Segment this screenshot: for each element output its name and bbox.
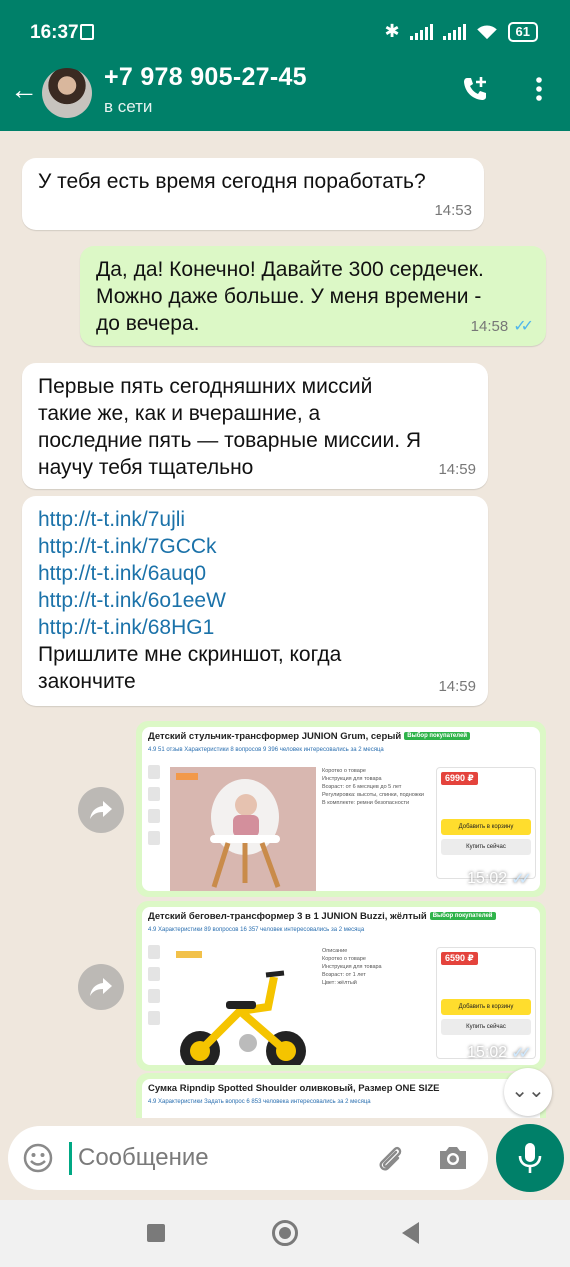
product-meta: 4.9 Характеристики 89 вопросов 16 357 че… — [148, 927, 365, 933]
message-line: Пришлите мне скриншот, когда — [38, 643, 342, 666]
avatar[interactable] — [42, 68, 92, 118]
product-meta: 4.9 Характеристики Задать вопрос 6 853 ч… — [148, 1099, 371, 1105]
paperclip-icon[interactable] — [374, 1142, 406, 1174]
message-time: 14:59 — [438, 461, 476, 478]
message-incoming[interactable]: У тебя есть время сегодня поработать? 14… — [22, 158, 484, 230]
product-title: Сумка Ripndip Spotted Shoulder оливковый… — [148, 1083, 440, 1094]
buy-box: 6990 ₽ Добавить в корзину Купить сейчас — [436, 767, 536, 879]
emoji-icon[interactable] — [22, 1142, 54, 1174]
message-incoming[interactable]: Первые пять сегодняшних миссий такие же,… — [22, 363, 488, 489]
message-time: 15:02 — [467, 870, 508, 887]
message-time: 14:58 — [470, 318, 509, 335]
system-nav-bar — [0, 1200, 570, 1267]
read-ticks-icon: ✓✓ — [511, 871, 532, 888]
back-arrow-icon[interactable]: ← — [10, 76, 38, 104]
balance-bike-image — [170, 947, 316, 1065]
message-line: Первые пять сегодняшних миссий — [38, 375, 373, 398]
message-meta: 15:02 ✓✓ — [467, 1043, 532, 1063]
double-chevron-down-icon: ⌄⌄ — [511, 1080, 545, 1102]
product-title: Детский беговел-трансформер 3 в 1 JUNION… — [148, 911, 496, 922]
image-message[interactable]: Детский стульчик-трансформер JUNION Grum… — [136, 721, 546, 897]
message-text: У тебя есть время сегодня поработать? — [38, 170, 426, 193]
bluetooth-icon: ✱ — [384, 21, 400, 41]
message-outgoing[interactable]: Да, да! Конечно! Давайте 300 сердечек. М… — [80, 246, 546, 346]
product-price: 6990 ₽ — [441, 772, 478, 785]
message-line: последние пять — товарные миссии. Я — [38, 429, 422, 452]
notification-icon — [80, 24, 94, 40]
recents-icon[interactable] — [147, 1224, 165, 1242]
message-input[interactable]: Сообщение — [8, 1126, 488, 1190]
message-line: научу тебя тщательно — [38, 456, 254, 479]
chat-area[interactable]: У тебя есть время сегодня поработать? 14… — [0, 131, 570, 1118]
add-call-icon[interactable] — [460, 74, 490, 104]
message-incoming-links[interactable]: http://t-t.ink/7ujli http://t-t.ink/7GCC… — [22, 496, 488, 706]
product-thumbnails — [148, 765, 164, 853]
product-price: 6590 ₽ — [441, 952, 478, 965]
product-meta: 4.9 51 отзыв Характеристики 8 вопросов 9… — [148, 747, 384, 753]
product-thumbnails — [148, 945, 164, 1033]
microphone-icon — [518, 1143, 542, 1173]
mic-button[interactable] — [496, 1124, 564, 1192]
product-title: Детский стульчик-трансформер JUNION Grum… — [148, 731, 471, 742]
buy-now-button: Купить сейчас — [441, 1019, 531, 1035]
forward-button[interactable] — [78, 964, 124, 1010]
message-link[interactable]: http://t-t.ink/6auq0 — [38, 560, 472, 587]
input-bar: Сообщение — [0, 1118, 570, 1200]
add-to-cart-button: Добавить в корзину — [441, 819, 531, 835]
message-placeholder: Сообщение — [78, 1144, 209, 1171]
forward-icon — [90, 801, 112, 819]
scroll-down-button[interactable]: ⌄⌄ — [504, 1068, 552, 1116]
nav-back-icon[interactable] — [402, 1222, 419, 1244]
message-time: 14:53 — [434, 202, 472, 219]
product-screenshot[interactable]: Сумка Ripndip Spotted Shoulder оливковый… — [142, 1079, 540, 1118]
message-meta: 14:58 ✓✓ — [471, 313, 534, 340]
signal-icon — [409, 23, 433, 40]
read-ticks-icon: ✓✓ — [513, 318, 534, 335]
message-line: Да, да! Конечно! Давайте 300 сердечек. — [96, 258, 484, 281]
message-link[interactable]: http://t-t.ink/7GCCk — [38, 533, 472, 560]
message-line: такие же, как и вчерашние, а — [38, 402, 321, 425]
text-cursor — [69, 1142, 72, 1175]
message-meta: 15:02 ✓✓ — [467, 869, 532, 889]
home-icon[interactable] — [272, 1220, 298, 1246]
forward-icon — [90, 978, 112, 996]
contact-name[interactable]: +7 978 905-27-45 — [104, 63, 307, 92]
battery-icon: 61 — [507, 21, 538, 42]
product-screenshot[interactable]: Детский стульчик-трансформер JUNION Grum… — [142, 727, 540, 891]
signal-icon-2 — [442, 23, 466, 40]
choice-badge: Выбор покупателей — [429, 912, 496, 921]
product-specs: Описание Коротко о товаре Инструкция для т… — [322, 948, 382, 986]
message-line: до вечера. — [96, 312, 200, 335]
forward-button[interactable] — [78, 787, 124, 833]
high-chair-image — [170, 767, 316, 891]
contact-status: в сети — [104, 97, 153, 116]
message-time: 15:02 — [467, 1044, 508, 1061]
choice-badge: Выбор покупателей — [404, 732, 471, 741]
status-time: 16:37 — [30, 22, 79, 43]
camera-icon[interactable] — [436, 1142, 470, 1174]
read-ticks-icon: ✓✓ — [511, 1045, 532, 1062]
more-options-icon[interactable] — [524, 74, 554, 104]
status-bar: 16:37 ✱ 61 — [0, 0, 570, 62]
product-specs: Коротко о товаре Инструкция для товара Воз… — [322, 768, 424, 806]
image-message[interactable]: Детский беговел-трансформер 3 в 1 JUNION… — [136, 901, 546, 1071]
add-to-cart-button: Добавить в корзину — [441, 999, 531, 1015]
wifi-icon — [476, 24, 497, 39]
message-line: закончите — [38, 670, 136, 693]
message-line: Можно даже больше. У меня времени - — [96, 285, 482, 308]
buy-now-button: Купить сейчас — [441, 839, 531, 855]
top-bar: 16:37 ✱ 61 ← +7 978 905-27-45 в сети — [0, 0, 570, 131]
message-link[interactable]: http://t-t.ink/6o1eeW — [38, 587, 472, 614]
status-icons: ✱ 61 — [384, 21, 538, 42]
message-time: 14:59 — [438, 678, 476, 695]
message-link[interactable]: http://t-t.ink/68HG1 — [38, 614, 472, 641]
message-link[interactable]: http://t-t.ink/7ujli — [38, 506, 472, 533]
chat-header: ← +7 978 905-27-45 в сети — [0, 62, 570, 131]
product-screenshot[interactable]: Детский беговел-трансформер 3 в 1 JUNION… — [142, 907, 540, 1065]
image-message[interactable]: Сумка Ripndip Spotted Shoulder оливковый… — [136, 1073, 546, 1118]
